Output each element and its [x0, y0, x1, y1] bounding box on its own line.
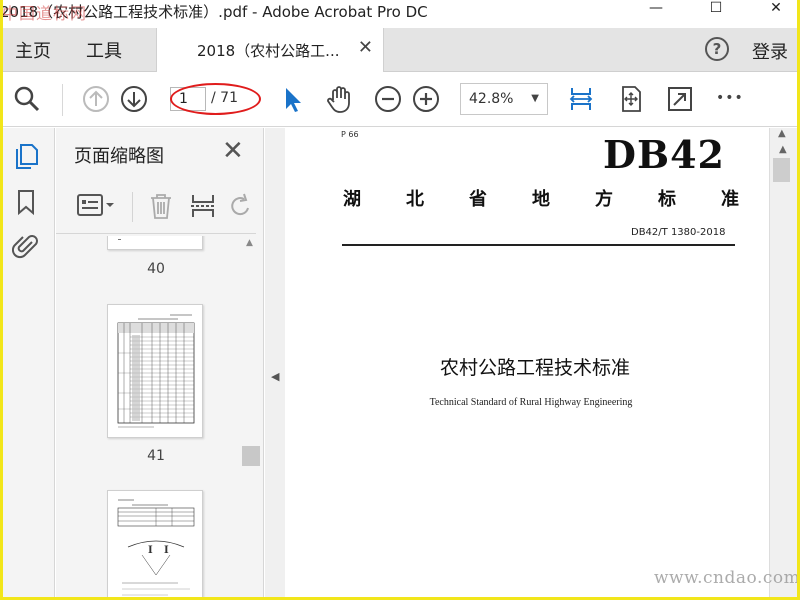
page-category-tag: P 66	[341, 130, 359, 139]
scroll-up-icon[interactable]: ▲	[779, 144, 787, 155]
heading-char: 准	[721, 189, 739, 210]
maximize-button[interactable]: ☐	[696, 0, 736, 20]
zoom-level-value: 42.8%	[469, 91, 514, 107]
thumbnail-page-42[interactable]: I I	[107, 490, 203, 600]
document-title-en: Technical Standard of Rural Highway Engi…	[429, 397, 633, 408]
svg-text:I: I	[148, 545, 153, 556]
heading-char: 标	[658, 189, 676, 210]
panel-toolbar	[56, 180, 256, 234]
thumbnail-page-41[interactable]	[107, 304, 203, 438]
document-tab-close-button[interactable]: ✕	[358, 37, 373, 58]
tab-bar: 主页 工具 2018（农村公路工... ✕ ? 登录	[0, 28, 800, 73]
thumbnail-page-number: 41	[147, 448, 165, 464]
insert-page-icon[interactable]	[189, 192, 217, 220]
tab-tools[interactable]: 工具	[86, 37, 122, 63]
province-standard-heading: 湖 北 省 地 方 标 准	[343, 185, 739, 211]
zoom-in-icon[interactable]	[411, 84, 441, 114]
bookmark-icon[interactable]	[12, 188, 40, 216]
fit-width-icon[interactable]	[566, 84, 596, 114]
watermark-bottom-right: www.cndao.com	[654, 568, 800, 588]
panel-toolbar-divider	[132, 192, 133, 222]
options-menu-icon[interactable]	[76, 192, 116, 220]
toolbar-divider	[62, 84, 63, 116]
select-cursor-icon[interactable]	[277, 84, 307, 114]
red-annotation-ellipse	[170, 83, 261, 115]
tab-home[interactable]: 主页	[15, 37, 51, 63]
attachment-icon[interactable]	[12, 232, 40, 260]
title-bar: 2018（农村公路工程技术标准）.pdf - Adobe Acrobat Pro…	[0, 0, 800, 28]
chevron-left-icon: ◀	[271, 370, 280, 383]
thumbnail-page-40[interactable]	[107, 236, 203, 250]
login-button[interactable]: 登录	[752, 38, 788, 64]
thumbnail-list: 40 41 I I	[56, 236, 246, 600]
full-screen-icon[interactable]	[665, 84, 695, 114]
delete-page-icon[interactable]	[148, 192, 174, 220]
heading-char: 湖	[343, 189, 361, 210]
panel-title: 页面缩略图	[74, 146, 164, 167]
panel-close-button[interactable]: ✕	[222, 138, 244, 164]
toggle-toolbar-icon[interactable]: ▲	[778, 128, 786, 139]
next-page-icon[interactable]	[119, 84, 149, 114]
document-scrollbar-thumb[interactable]	[773, 158, 790, 182]
navigation-rail	[0, 128, 55, 600]
thumbnail-table-preview	[117, 314, 195, 428]
previous-page-icon[interactable]	[81, 84, 111, 114]
heading-char: 地	[532, 189, 550, 210]
document-page: P 66 DB42 湖 北 省 地 方 标 准 DB42/T 1380-2018…	[285, 128, 769, 600]
toolbar: 1 / 71 42.8% ▼ •••	[0, 72, 800, 127]
document-title-cn: 农村公路工程技术标准	[439, 357, 630, 379]
document-scrollbar[interactable]: ▲ ▲	[769, 128, 797, 600]
heading-char: 方	[595, 189, 613, 210]
thumbnails-panel: 页面缩略图 ✕ 40 41 I I ▲	[56, 128, 264, 600]
standard-number: DB42/T 1380-2018	[631, 227, 726, 238]
document-tab-label: 2018（农村公路工...	[197, 42, 340, 60]
page-thumbnails-icon[interactable]	[12, 142, 40, 170]
thumbnail-scrollbar[interactable]: ▲	[242, 236, 260, 600]
thumbnail-figure-preview: I I	[117, 499, 195, 596]
rotate-page-icon[interactable]	[230, 192, 252, 220]
scroll-up-icon[interactable]: ▲	[246, 238, 253, 248]
zoom-level-select[interactable]: 42.8% ▼	[460, 83, 548, 115]
minimize-button[interactable]: —	[636, 0, 676, 20]
more-tools-icon[interactable]: •••	[716, 90, 744, 106]
zoom-out-icon[interactable]	[373, 84, 403, 114]
fit-page-icon[interactable]	[616, 84, 646, 114]
header-rule	[342, 244, 735, 246]
thumbnail-page-number: 40	[147, 261, 165, 277]
hand-tool-icon[interactable]	[324, 84, 354, 114]
thumbnail-scrollbar-thumb[interactable]	[242, 446, 260, 466]
heading-char: 省	[469, 189, 487, 210]
close-window-button[interactable]: ✕	[756, 0, 796, 20]
search-icon[interactable]	[12, 84, 42, 114]
standard-code: DB42	[603, 132, 725, 177]
heading-char: 北	[406, 189, 424, 210]
chevron-down-icon: ▼	[531, 93, 539, 104]
panel-collapse-handle[interactable]: ◀	[265, 128, 285, 600]
watermark-top-left: 中国道标网	[2, 4, 88, 23]
help-icon[interactable]: ?	[705, 37, 729, 61]
svg-text:I: I	[164, 545, 169, 556]
document-tab[interactable]: 2018（农村公路工... ✕	[156, 28, 384, 73]
